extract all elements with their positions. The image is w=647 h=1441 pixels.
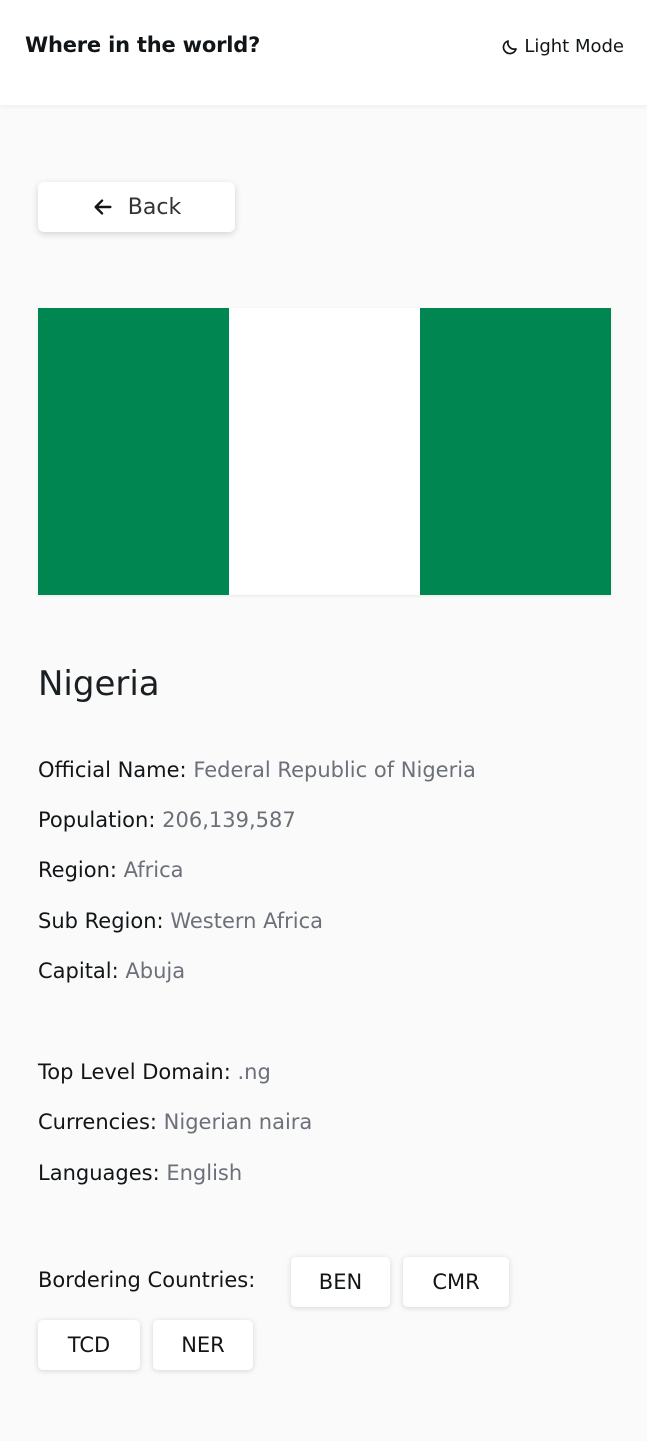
flag-band-middle — [229, 308, 420, 595]
header: Where in the world? Light Mode — [0, 0, 647, 105]
flag-band-right — [420, 308, 611, 595]
detail-label: Region: — [38, 858, 117, 882]
flag-band-left — [38, 308, 229, 595]
detail-value: 206,139,587 — [162, 808, 296, 832]
detail-label: Top Level Domain: — [38, 1060, 231, 1084]
detail-label: Currencies: — [38, 1110, 157, 1134]
detail-value: Nigerian naira — [163, 1110, 313, 1134]
detail-value: Abuja — [125, 959, 186, 983]
detail-population: Population: 206,139,587 — [38, 808, 296, 832]
back-button[interactable]: Back — [38, 182, 235, 232]
detail-value: Africa — [123, 858, 184, 882]
theme-toggle-button[interactable]: Light Mode — [501, 36, 624, 57]
detail-label: Official Name: — [38, 758, 187, 782]
detail-value: .ng — [237, 1060, 271, 1084]
detail-capital: Capital: Abuja — [38, 959, 185, 983]
detail-top-level-domain: Top Level Domain: .ng — [38, 1060, 271, 1084]
detail-value: English — [166, 1161, 243, 1185]
detail-sub-region: Sub Region: Western Africa — [38, 909, 323, 933]
detail-region: Region: Africa — [38, 858, 184, 882]
detail-label: Sub Region: — [38, 909, 164, 933]
detail-label: Capital: — [38, 959, 119, 983]
detail-label: Population: — [38, 808, 156, 832]
country-flag — [38, 308, 611, 595]
moon-icon — [502, 39, 518, 54]
border-country-button[interactable]: BEN — [291, 1257, 390, 1307]
detail-languages: Languages: English — [38, 1161, 242, 1185]
detail-official-name: Official Name: Federal Republic of Niger… — [38, 758, 476, 782]
detail-value: Federal Republic of Nigeria — [193, 758, 476, 782]
arrow-left-icon — [94, 199, 112, 215]
detail-currencies: Currencies: Nigerian naira — [38, 1110, 312, 1134]
border-country-button[interactable]: TCD — [38, 1320, 140, 1370]
bordering-countries-label: Bordering Countries: — [38, 1268, 256, 1292]
theme-toggle-label: Light Mode — [524, 36, 624, 57]
border-country-button[interactable]: NER — [153, 1320, 253, 1370]
country-name: Nigeria — [38, 664, 160, 704]
detail-value: Western Africa — [170, 909, 324, 933]
site-title: Where in the world? — [25, 33, 261, 57]
border-country-button[interactable]: CMR — [403, 1257, 509, 1307]
back-button-label: Back — [127, 194, 182, 220]
detail-label: Languages: — [38, 1161, 160, 1185]
